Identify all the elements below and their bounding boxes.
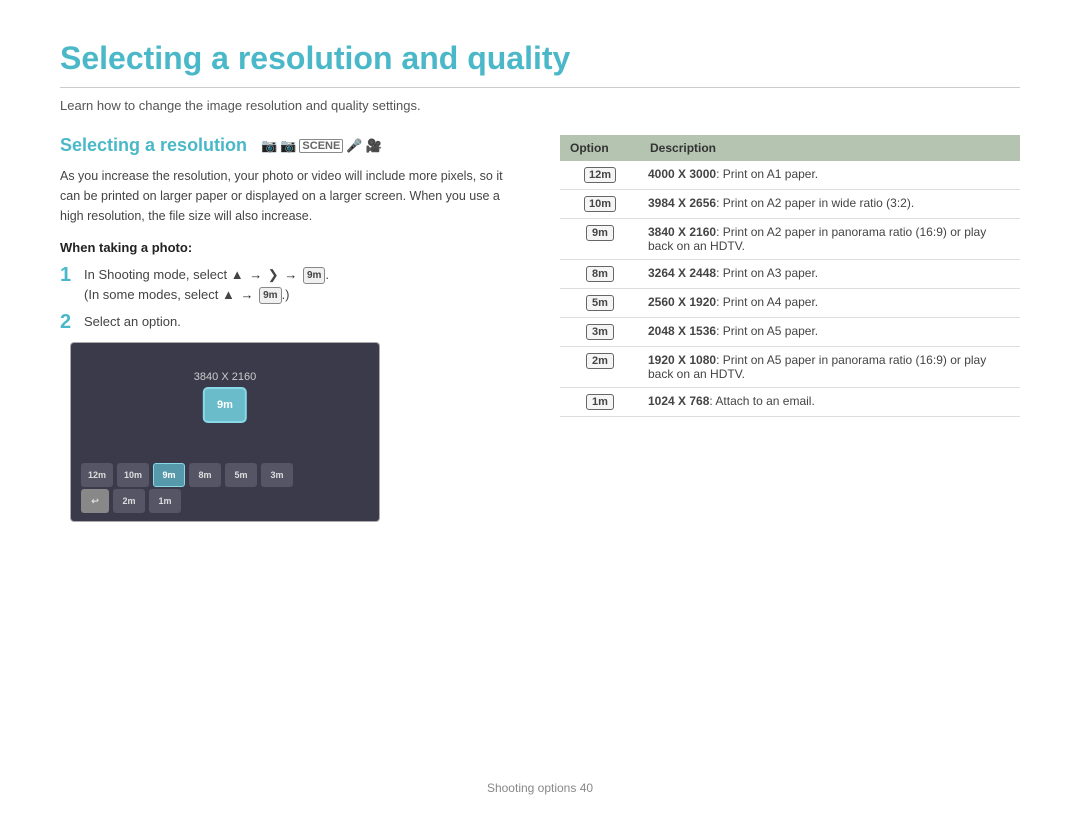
resolution-table: Option Description 12m4000 X 3000: Print… [560,135,1020,417]
step1-subtext: (In some modes, select ▲ → 9m.) [84,287,290,302]
table-cell-description: 3840 X 2160: Print on A2 paper in panora… [640,219,1020,260]
res-icon-3m: 3m [586,324,614,340]
table-cell-description: 2048 X 1536: Print on A5 paper. [640,318,1020,347]
preview-icon-row1: 12m 10m 9m 8m 5m 3m [81,463,293,487]
res-icon-2m: 2m [586,353,614,369]
badge-9m-step1b: 9m [259,287,281,304]
section-title-resolution: Selecting a resolution 📷 📷 SCENE 🎤 🎥 [60,135,520,156]
table-row: 12m 4000 X 3000: Print on A1 paper. [560,161,1020,190]
mode-icons: 📷 📷 SCENE 🎤 🎥 [261,138,382,154]
prev-icon-10m: 10m [117,463,149,487]
table-cell-icon: 3m [560,318,640,347]
prev-icon-5m: 5m [225,463,257,487]
step1-text: In Shooting mode, select ▲ → ❯ → 9m. [84,267,329,282]
desc-plain-text: : Print on A4 paper. [716,295,818,309]
desc-bold-text: 3984 X 2656 [648,196,716,210]
when-taking-label: When taking a photo: [60,240,520,255]
step2-text: Select an option. [84,312,181,332]
prev-icon-1m: 1m [149,489,181,513]
table-cell-icon: 9m [560,219,640,260]
prev-icon-8m: 8m [189,463,221,487]
table-row: 1m 1024 X 768: Attach to an email. [560,388,1020,417]
step-2: 2 Select an option. [60,310,520,334]
prev-icon-12m: 12m [81,463,113,487]
table-cell-icon: 2m [560,347,640,388]
desc-bold-text: 3840 X 2160 [648,225,716,239]
desc-bold-text: 3264 X 2448 [648,266,716,280]
table-header-option: Option [560,135,640,161]
preview-selected-resolution: 3840 X 2160 9m [194,371,256,423]
desc-plain-text: : Print on A2 paper in wide ratio (3:2). [716,196,914,210]
prev-icon-9m-selected: 9m [153,463,185,487]
res-icon-1m: 1m [586,394,614,410]
desc-plain-text: : Print on A3 paper. [716,266,818,280]
table-row: 9m 3840 X 2160: Print on A2 paper in pano… [560,219,1020,260]
res-icon-12m: 12m [584,167,616,183]
table-cell-icon: 8m [560,260,640,289]
prev-icon-2m: 2m [113,489,145,513]
right-column: Option Description 12m4000 X 3000: Print… [560,135,1020,522]
desc-bold-text: 1024 X 768 [648,394,709,408]
desc-plain-text: : Print on A1 paper. [716,167,818,181]
table-cell-description: 1024 X 768: Attach to an email. [640,388,1020,417]
desc-plain-text: : Attach to an email. [709,394,814,408]
step-1: 1 In Shooting mode, select ▲ → ❯ → 9m. (… [60,263,520,304]
page-subtitle: Learn how to change the image resolution… [60,98,1020,113]
table-cell-icon: 12m [560,161,640,190]
page-title: Selecting a resolution and quality [60,40,1020,88]
prev-icon-back: ↩ [81,489,109,513]
table-cell-description: 2560 X 1920: Print on A4 paper. [640,289,1020,318]
table-cell-description: 3984 X 2656: Print on A2 paper in wide r… [640,190,1020,219]
preview-resolution-label: 3840 X 2160 [194,371,256,383]
badge-9m-step1: 9m [303,267,325,284]
page-footer: Shooting options 40 [0,781,1080,795]
prev-icon-3m: 3m [261,463,293,487]
desc-bold-text: 2048 X 1536 [648,324,716,338]
table-cell-icon: 1m [560,388,640,417]
page-container: Selecting a resolution and quality Learn… [0,0,1080,815]
table-cell-icon: 10m [560,190,640,219]
preview-icon-row2: ↩ 2m 1m [81,489,181,513]
table-cell-icon: 5m [560,289,640,318]
desc-bold-text: 2560 X 1920 [648,295,716,309]
res-icon-5m: 5m [586,295,614,311]
table-cell-description: 3264 X 2448: Print on A3 paper. [640,260,1020,289]
content-area: Selecting a resolution 📷 📷 SCENE 🎤 🎥 As … [60,135,1020,522]
table-header-description: Description [640,135,1020,161]
preview-icon-9m: 9m [203,387,247,423]
desc-bold-text: 4000 X 3000 [648,167,716,181]
camera-preview: 3840 X 2160 9m 12m 10m 9m 8m 5m 3m [70,342,380,522]
res-icon-8m: 8m [586,266,614,282]
table-row: 2m 1920 X 1080: Print on A5 paper in pano… [560,347,1020,388]
table-cell-description: 4000 X 3000: Print on A1 paper. [640,161,1020,190]
preview-inner: 3840 X 2160 9m 12m 10m 9m 8m 5m 3m [71,343,379,521]
desc-plain-text: : Print on A5 paper. [716,324,818,338]
res-icon-9m: 9m [586,225,614,241]
desc-bold-text: 1920 X 1080 [648,353,716,367]
table-row: 3m 2048 X 1536: Print on A5 paper. [560,318,1020,347]
table-row: 8m 3264 X 2448: Print on A3 paper. [560,260,1020,289]
table-cell-description: 1920 X 1080: Print on A5 paper in panora… [640,347,1020,388]
section-body-text: As you increase the resolution, your pho… [60,166,520,226]
res-icon-10m: 10m [584,196,616,212]
left-column: Selecting a resolution 📷 📷 SCENE 🎤 🎥 As … [60,135,520,522]
table-row: 5m 2560 X 1920: Print on A4 paper. [560,289,1020,318]
table-row: 10m 3984 X 2656: Print on A2 paper in wid… [560,190,1020,219]
